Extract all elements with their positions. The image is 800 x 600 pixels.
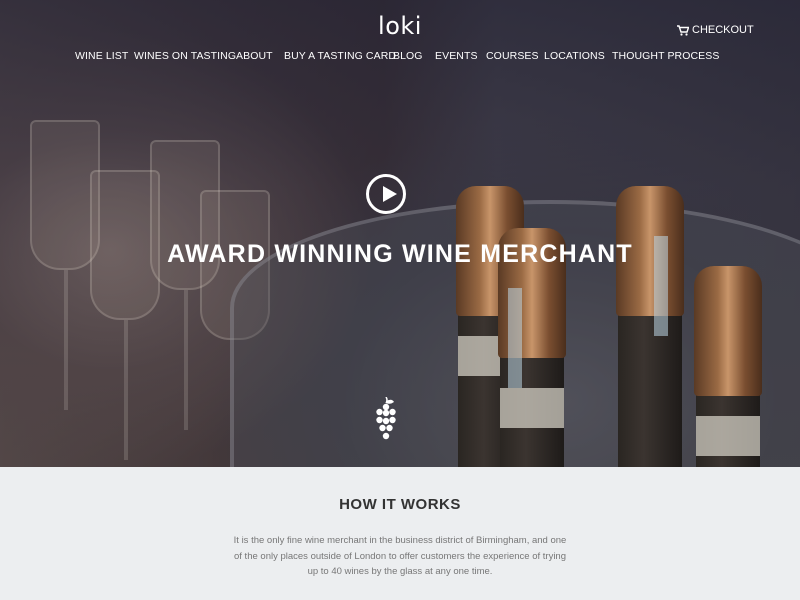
glass-decoration	[184, 290, 188, 430]
glass-decoration	[124, 320, 128, 460]
nav-item-events[interactable]: EVENTS	[435, 50, 478, 62]
nav-item-buy-a-tasting-card[interactable]: BUY A TASTING CARD	[284, 50, 396, 62]
nav-item-wine-list[interactable]: WINE LIST	[75, 50, 128, 62]
nav-item-about[interactable]: ABOUT	[236, 50, 273, 62]
nav-item-locations[interactable]: LOCATIONS	[544, 50, 605, 62]
cart-icon	[677, 24, 689, 36]
hero-banner: loki CHECKOUT WINE LIST WINES ON TASTING…	[0, 0, 800, 467]
section-title: HOW IT WORKS	[339, 496, 461, 513]
play-circle-icon[interactable]	[366, 174, 406, 214]
checkout-label: CHECKOUT	[692, 24, 754, 36]
checkout-link[interactable]: CHECKOUT	[677, 24, 754, 36]
nav-item-wines-on-tasting[interactable]: WINES ON TASTING	[134, 50, 236, 62]
nav-item-courses[interactable]: COURSES	[486, 50, 539, 62]
main-navigation: WINE LIST WINES ON TASTING ABOUT BUY A T…	[0, 50, 800, 66]
how-it-works-section: HOW IT WORKS It is the only fine wine me…	[0, 467, 800, 600]
nav-item-thought-process[interactable]: THOUGHT PROCESS	[612, 50, 719, 62]
section-description: It is the only fine wine merchant in the…	[233, 535, 567, 577]
hero-headline: AWARD WINNING WINE MERCHANT	[167, 240, 633, 268]
bottle-decoration	[616, 186, 684, 467]
glass-decoration	[64, 270, 68, 410]
bottle-decoration	[694, 266, 762, 467]
grape-icon	[376, 397, 396, 440]
nav-item-blog[interactable]: BLOG	[393, 50, 423, 62]
